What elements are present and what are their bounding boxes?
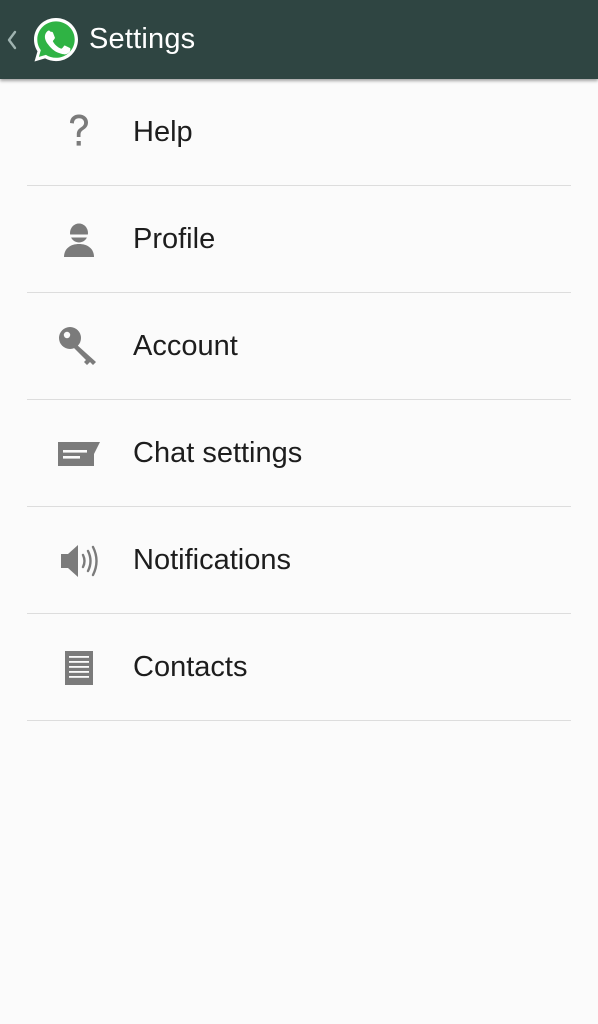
settings-screen: Settings Help Profile Account Chat setti… xyxy=(0,0,598,1024)
up-navigation-button[interactable] xyxy=(0,0,81,79)
menu-item-label: Profile xyxy=(133,223,216,255)
settings-menu: Help Profile Account Chat settings Notif… xyxy=(0,79,598,721)
chevron-left-icon xyxy=(7,30,17,49)
help-icon xyxy=(51,105,107,161)
menu-item-label: Account xyxy=(133,330,238,362)
contacts-list-icon xyxy=(51,640,107,696)
action-bar: Settings xyxy=(0,0,598,79)
menu-item-profile[interactable]: Profile xyxy=(0,186,598,293)
key-icon xyxy=(51,319,107,375)
menu-item-account[interactable]: Account xyxy=(0,293,598,400)
menu-item-label: Contacts xyxy=(133,651,248,683)
chat-icon xyxy=(51,426,107,482)
whatsapp-logo-icon xyxy=(34,17,78,61)
profile-icon xyxy=(51,212,107,268)
menu-item-notifications[interactable]: Notifications xyxy=(0,507,598,614)
menu-item-label: Chat settings xyxy=(133,437,303,469)
speaker-icon xyxy=(51,533,107,589)
menu-item-help[interactable]: Help xyxy=(0,79,598,186)
menu-item-label: Notifications xyxy=(133,544,291,576)
page-title: Settings xyxy=(89,23,196,55)
menu-item-label: Help xyxy=(133,116,193,148)
menu-item-contacts[interactable]: Contacts xyxy=(0,614,598,721)
menu-item-chat-settings[interactable]: Chat settings xyxy=(0,400,598,507)
